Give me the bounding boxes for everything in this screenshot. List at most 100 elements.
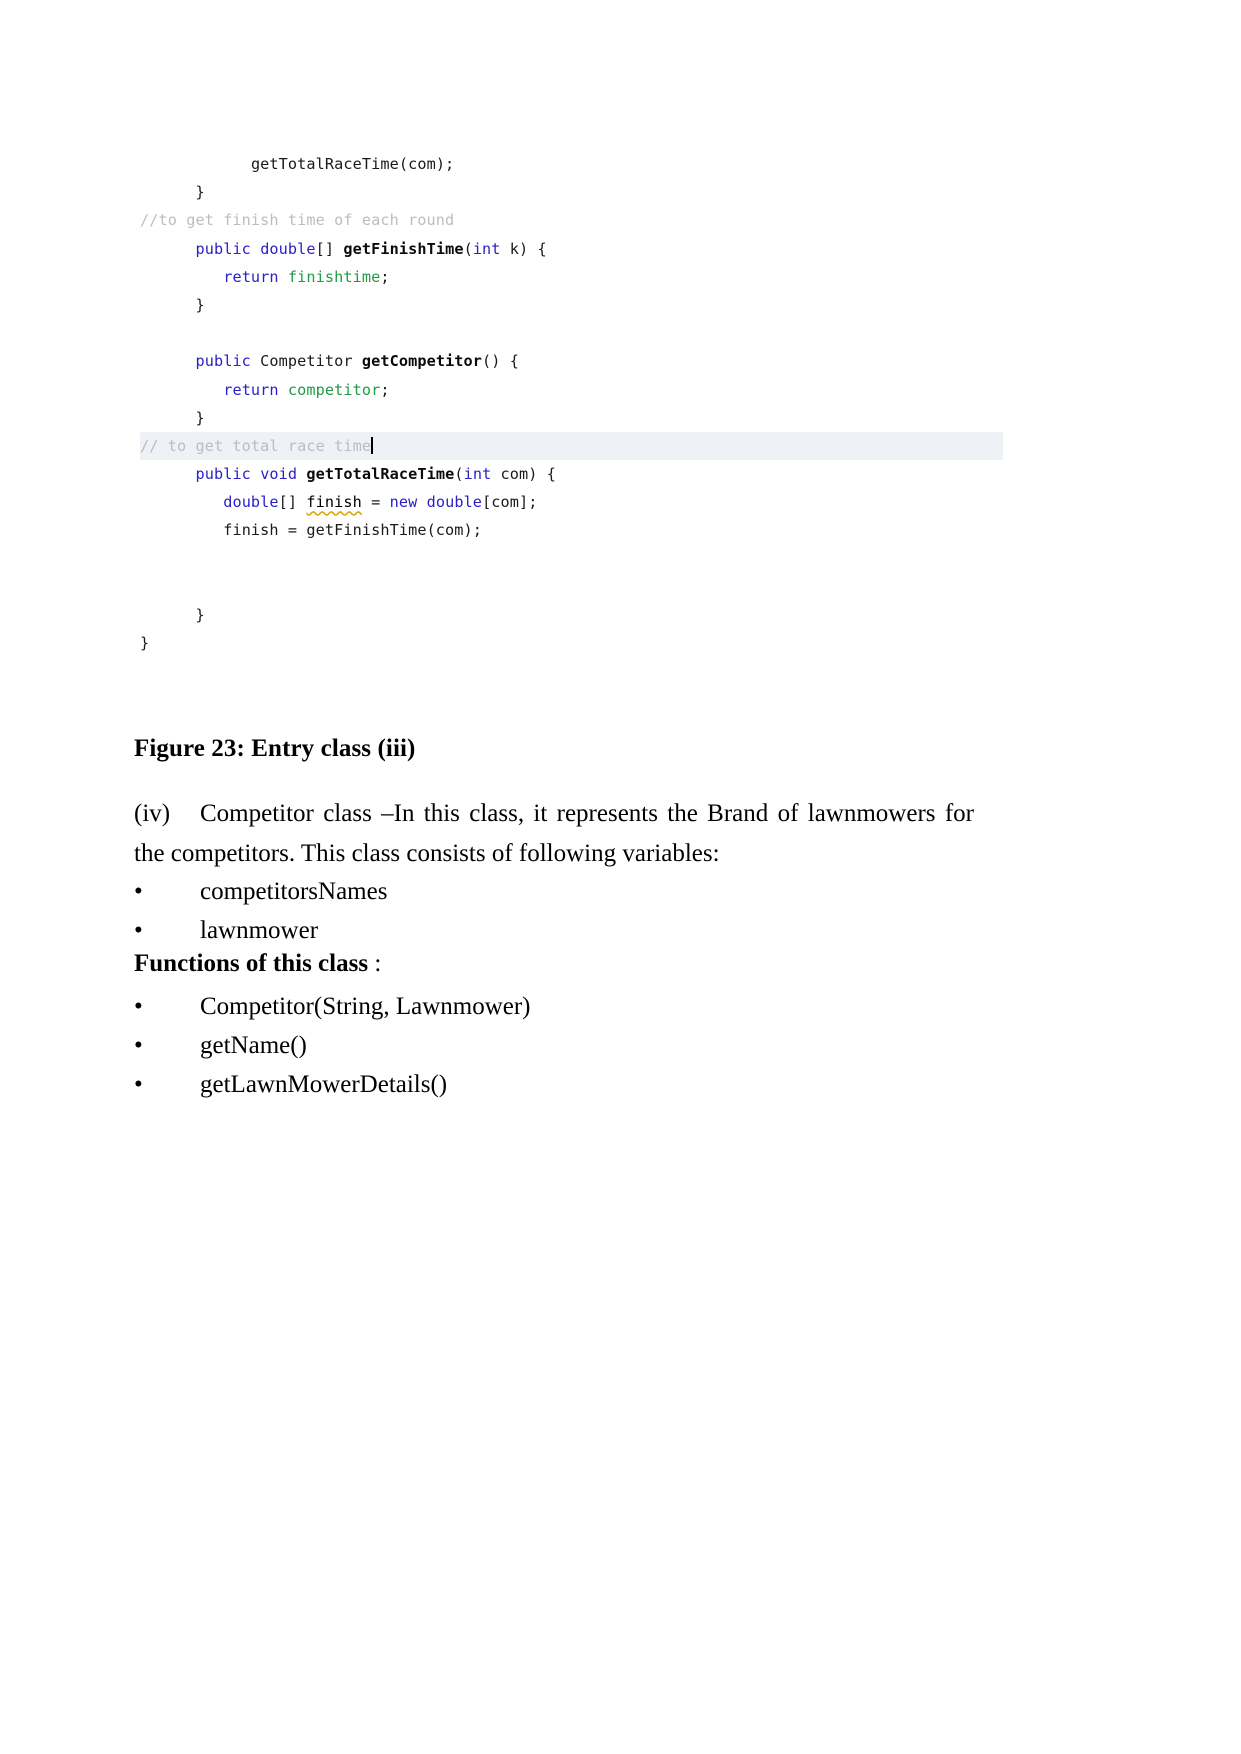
code-token: getCompetitor: [361, 352, 483, 371]
code-token: finish = getFinishTime(com);: [223, 521, 483, 540]
code-block: getTotalRaceTime(com); }//to get finish …: [140, 150, 1005, 657]
bullet-icon: •: [134, 993, 143, 1020]
code-line: }: [140, 404, 1005, 432]
list-item: • Competitor(String, Lawnmower): [134, 987, 974, 1026]
code-token: (: [454, 465, 464, 484]
code-token: finishtime: [287, 267, 381, 286]
variables-bullet-list: • competitorsNames • lawnmower: [134, 872, 974, 950]
figure-caption: Figure 23: Entry class (iii): [134, 735, 416, 762]
functions-heading-bold: Functions of this class: [134, 950, 369, 977]
code-token: // to get total race time: [140, 436, 372, 455]
code-token: }: [195, 606, 205, 624]
code-token: (com);: [398, 155, 455, 173]
code-line: public double[] getFinishTime(int k) {: [140, 235, 1005, 263]
code-token: public: [195, 352, 251, 371]
code-token: //to get finish time of each round: [140, 211, 455, 230]
code-line: public void getTotalRaceTime(int com) {: [140, 460, 1005, 488]
code-token: finish: [306, 493, 362, 512]
functions-heading: Functions of this class :: [134, 950, 381, 978]
code-token: () {: [482, 352, 520, 371]
code-token: int: [463, 465, 492, 484]
function-label: Competitor(String, Lawnmower): [200, 993, 531, 1020]
code-line: finish = getFinishTime(com);: [140, 516, 1005, 544]
code-token: return: [223, 267, 279, 286]
code-token: []: [315, 239, 344, 258]
code-token: k) {: [500, 239, 547, 258]
code-token: new: [389, 493, 418, 512]
code-token: }: [195, 183, 205, 202]
code-token: Competitor: [250, 352, 362, 371]
bullet-icon: •: [134, 917, 143, 944]
code-token: ;: [380, 267, 390, 286]
code-token: double: [223, 493, 279, 512]
code-line: //to get finish time of each round: [140, 206, 1005, 234]
text-cursor: [371, 436, 374, 454]
code-line: return finishtime;: [140, 263, 1005, 291]
code-token: public: [195, 239, 251, 258]
code-line: }: [140, 601, 1005, 629]
variable-label: competitorsNames: [200, 878, 388, 905]
function-label: getLawnMowerDetails(): [200, 1071, 448, 1098]
code-token: }: [195, 295, 205, 314]
code-token: }: [195, 408, 205, 427]
paragraph-text: Competitor class –In this class, it repr…: [134, 800, 974, 867]
list-item: • lawnmower: [134, 911, 974, 950]
code-token: void: [260, 465, 298, 484]
functions-bullet-list: • Competitor(String, Lawnmower) • getName()…: [134, 987, 974, 1104]
bullet-icon: •: [134, 1032, 143, 1059]
code-line: getTotalRaceTime(com);: [140, 150, 1005, 178]
code-token: [com];: [482, 493, 538, 512]
code-token: getTotalRaceTime: [250, 155, 399, 173]
code-token: com) {: [491, 465, 557, 484]
bullet-icon: •: [134, 878, 143, 905]
code-token: []: [278, 493, 307, 512]
code-line-highlighted: // to get total race time: [140, 431, 1003, 461]
paragraph-marker: (iv): [134, 800, 171, 827]
code-line: double[] finish = new double[com];: [140, 488, 1005, 516]
code-token: public: [195, 465, 251, 484]
function-label: getName(): [200, 1032, 307, 1059]
code-line: }: [140, 629, 1005, 657]
code-token: double: [260, 239, 316, 258]
list-item: • getName(): [134, 1026, 974, 1065]
code-token: double: [426, 493, 483, 512]
bullet-icon: •: [134, 1071, 143, 1098]
code-token: int: [472, 239, 501, 258]
code-line: }: [140, 178, 1005, 206]
list-item: • getLawnMowerDetails(): [134, 1065, 974, 1104]
code-token: getTotalRaceTime: [306, 465, 455, 484]
list-item: • competitorsNames: [134, 872, 974, 911]
code-line: public Competitor getCompetitor() {: [140, 347, 1005, 375]
code-screenshot-figure: getTotalRaceTime(com); }//to get finish …: [140, 150, 1005, 657]
code-token: getFinishTime: [343, 239, 464, 258]
code-token: return: [223, 380, 279, 399]
variable-label: lawnmower: [200, 917, 319, 944]
code-token: (: [463, 239, 473, 258]
functions-heading-suffix: :: [368, 950, 382, 977]
code-token: competitor: [287, 380, 381, 399]
code-token: }: [140, 634, 150, 653]
code-line: }: [140, 291, 1005, 319]
code-token: =: [361, 493, 390, 512]
body-paragraph: (iv) Competitor class –In this class, it …: [134, 794, 974, 874]
